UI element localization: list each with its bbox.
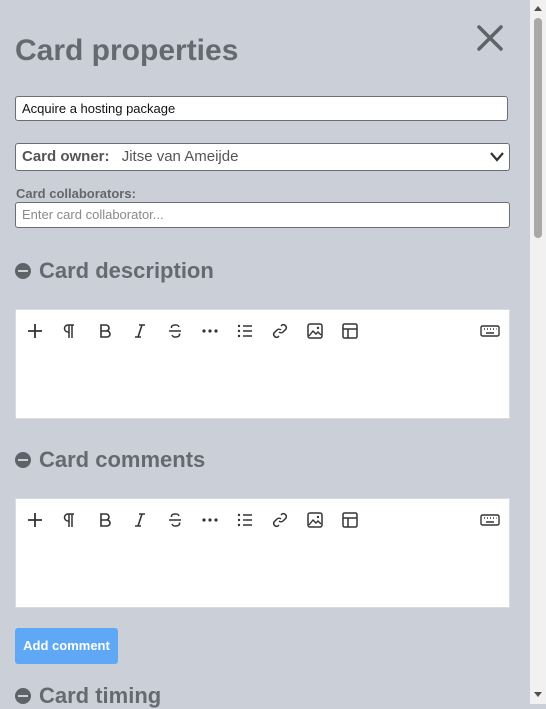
bold-icon[interactable] [94,320,116,342]
card-owner-select[interactable]: Card owner: Jitse van Ameijde [15,143,510,171]
paragraph-icon[interactable] [59,509,81,531]
timing-section-title: Card timing [39,683,162,708]
vertical-scrollbar[interactable] [530,0,546,704]
close-icon [477,25,503,51]
plus-icon[interactable] [24,320,46,342]
timing-section-header[interactable]: Card timing [15,683,161,709]
card-title-input[interactable]: Acquire a hosting package [15,96,508,121]
image-icon[interactable] [304,320,326,342]
more-icon[interactable] [199,509,221,531]
description-section-title: Card description [39,258,214,283]
scroll-up-icon[interactable] [534,6,542,11]
collaborator-input[interactable]: Enter card collaborator... [15,202,510,228]
chevron-down-icon [490,152,504,162]
scroll-down-icon[interactable] [534,692,542,697]
bold-icon[interactable] [94,509,116,531]
collapse-icon[interactable] [15,263,31,279]
keyboard-icon[interactable] [479,509,501,531]
italic-icon[interactable] [129,320,151,342]
card-properties-panel: Card properties Acquire a hosting packag… [0,0,530,708]
comments-editor[interactable] [15,498,510,608]
description-editor[interactable] [15,309,510,419]
paragraph-icon[interactable] [59,320,81,342]
comments-section-title: Card comments [39,447,206,472]
table-icon[interactable] [339,509,361,531]
collapse-icon[interactable] [15,688,31,704]
more-icon[interactable] [199,320,221,342]
page-title: Card properties [15,34,239,67]
list-icon[interactable] [234,509,256,531]
link-icon[interactable] [269,320,291,342]
image-icon[interactable] [304,509,326,531]
table-icon[interactable] [339,320,361,342]
list-icon[interactable] [234,320,256,342]
comments-section-header[interactable]: Card comments [15,447,205,473]
scrollbar-thumb[interactable] [534,18,542,238]
collaborators-label: Card collaborators: [16,186,136,201]
link-icon[interactable] [269,509,291,531]
description-section-header[interactable]: Card description [15,258,214,284]
card-owner-label: Card owner: [22,148,110,165]
add-comment-button[interactable]: Add comment [15,628,118,664]
italic-icon[interactable] [129,509,151,531]
collapse-icon[interactable] [15,452,31,468]
plus-icon[interactable] [24,509,46,531]
strikethrough-icon[interactable] [164,320,186,342]
card-owner-value: Jitse van Ameijde [121,148,239,165]
close-button[interactable] [474,22,506,54]
strikethrough-icon[interactable] [164,509,186,531]
keyboard-icon[interactable] [479,320,501,342]
